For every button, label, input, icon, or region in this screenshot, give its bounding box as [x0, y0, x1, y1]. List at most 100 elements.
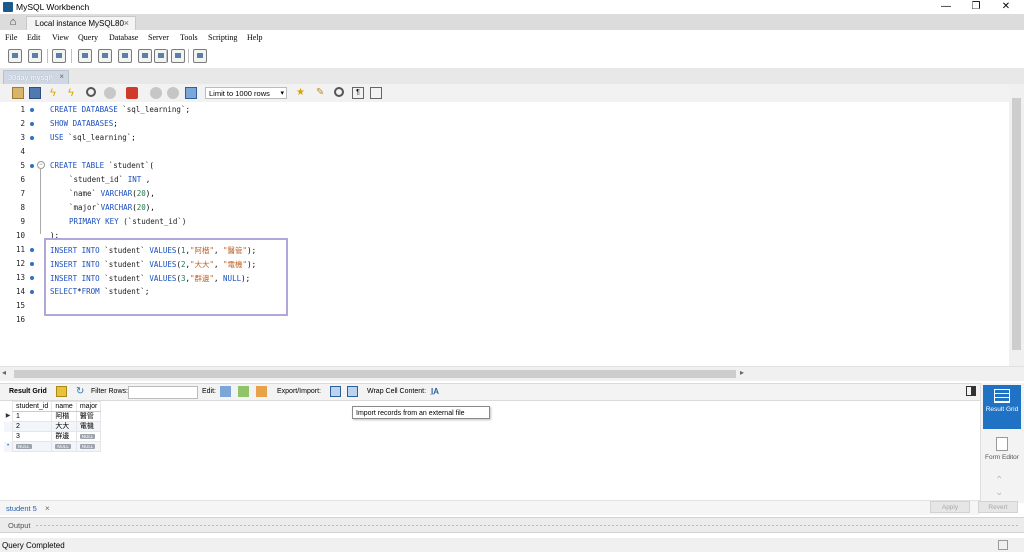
rollback-icon[interactable] [167, 87, 179, 99]
form-editor-view-button[interactable]: Form Editor [983, 433, 1021, 473]
menu-edit[interactable]: Edit [27, 33, 40, 42]
execute-current-icon[interactable]: ϟ [68, 87, 80, 99]
menu-query[interactable]: Query [78, 33, 98, 42]
result-grid-label: Result Grid [9, 388, 47, 395]
cell[interactable]: NULL [11, 441, 53, 452]
cell[interactable]: 1 [11, 411, 53, 422]
grid-icon[interactable] [56, 386, 67, 397]
filter-rows-input[interactable] [128, 386, 198, 399]
table-row[interactable]: 3 群邊 NULL [4, 431, 102, 442]
create-schema-icon[interactable] [78, 49, 92, 63]
menu-tools[interactable]: Tools [180, 33, 198, 42]
search-table-data-icon[interactable] [171, 49, 185, 63]
output-label: Output [8, 521, 31, 530]
toggle-error-stop-icon[interactable] [126, 87, 138, 99]
cell[interactable]: 醫管 [75, 411, 102, 422]
fold-toggle-icon[interactable]: − [37, 161, 45, 169]
chevron-up-icon[interactable]: ⌃ [995, 475, 1003, 486]
cell[interactable]: NULL [51, 441, 77, 452]
close-result-tab-icon[interactable]: × [45, 504, 50, 513]
toggle-result-panel-icon[interactable] [966, 386, 976, 396]
menu-scripting[interactable]: Scripting [208, 33, 237, 42]
statement-marker-icon [30, 122, 34, 126]
statement-marker-icon [30, 290, 34, 294]
output-drag-handle[interactable] [36, 525, 1018, 526]
invisible-chars-icon[interactable]: ¶ [352, 87, 364, 99]
cell[interactable]: 群邊 [51, 431, 77, 442]
cell[interactable]: 2 [11, 421, 53, 432]
editor-tab[interactable]: 30day mysql* × [3, 70, 69, 85]
revert-button[interactable]: Revert [978, 501, 1018, 513]
reconnect-icon[interactable] [193, 49, 207, 63]
edit-row-icon[interactable] [220, 386, 231, 397]
menu-database[interactable]: Database [109, 33, 138, 42]
save-icon[interactable] [29, 87, 41, 99]
open-file-icon[interactable] [12, 87, 24, 99]
result-grid-view-button[interactable]: Result Grid [983, 385, 1021, 429]
create-table-icon[interactable] [98, 49, 112, 63]
cell[interactable]: 3 [11, 431, 53, 442]
scrollbar-thumb[interactable] [1012, 98, 1021, 350]
menu-server[interactable]: Server [148, 33, 169, 42]
statement-marker-icon [30, 108, 34, 112]
home-icon[interactable]: ⌂ [4, 15, 22, 29]
create-procedure-icon[interactable] [138, 49, 152, 63]
insert-row-icon[interactable] [238, 386, 249, 397]
create-view-icon[interactable] [118, 49, 132, 63]
form-editor-icon [996, 437, 1008, 451]
column-header-name[interactable]: name [51, 401, 77, 412]
import-icon[interactable] [347, 386, 358, 397]
cell[interactable]: 電機 [75, 421, 102, 432]
result-grid[interactable]: student_id name major ▶ 1 阿楷 醫管 2 大大 電機 … [4, 401, 102, 452]
scroll-right-icon[interactable]: ▸ [740, 368, 744, 377]
explain-icon[interactable] [86, 87, 96, 97]
cell[interactable]: NULL [75, 441, 102, 452]
toolbar-separator [166, 49, 167, 63]
line-number: 15 [15, 301, 25, 310]
apply-button[interactable]: Apply [930, 501, 970, 513]
scroll-left-icon[interactable]: ◂ [2, 368, 6, 377]
connection-tab[interactable]: Local instance MySQL80 × [26, 16, 136, 31]
column-header-student-id[interactable]: student_id [11, 401, 53, 412]
inspector-icon[interactable] [52, 49, 66, 63]
menu-file[interactable]: File [5, 33, 17, 42]
wrap-lines-icon[interactable] [370, 87, 382, 99]
chevron-down-icon[interactable]: ⌄ [995, 487, 1003, 498]
line-number: 9 [20, 217, 25, 226]
new-sql-tab-icon[interactable] [8, 49, 22, 63]
result-tab-student[interactable]: student 5 [6, 504, 37, 513]
execute-icon[interactable]: ϟ [50, 87, 62, 99]
maximize-button[interactable]: ❐ [966, 1, 986, 12]
commit-icon[interactable] [150, 87, 162, 99]
minimize-button[interactable]: — [936, 1, 956, 12]
menu-view[interactable]: View [52, 33, 69, 42]
column-header-major[interactable]: major [75, 401, 102, 412]
refresh-icon[interactable]: ↻ [76, 386, 87, 397]
cell[interactable]: NULL [75, 431, 102, 442]
output-panel-header[interactable]: Output [0, 517, 1024, 533]
delete-row-icon[interactable] [256, 386, 267, 397]
menu-help[interactable]: Help [247, 33, 263, 42]
table-row[interactable]: 2 大大 電機 [4, 421, 102, 432]
snippet-icon[interactable]: ✎ [316, 87, 328, 99]
limit-rows-select[interactable]: Limit to 1000 rows ▾ [205, 87, 287, 99]
stop-icon[interactable] [104, 87, 116, 99]
table-row[interactable]: ▶ 1 阿楷 醫管 [4, 411, 102, 422]
editor-horizontal-scrollbar[interactable]: ◂ ▸ [0, 366, 1024, 381]
sql-editor[interactable] [0, 102, 1024, 366]
close-tab-icon[interactable]: × [124, 18, 129, 28]
table-row[interactable]: • NULL NULL NULL [4, 441, 102, 452]
cell[interactable]: 大大 [51, 421, 77, 432]
line-number: 11 [15, 245, 25, 254]
scrollbar-thumb[interactable] [14, 370, 736, 378]
find-icon[interactable] [334, 87, 344, 97]
cell[interactable]: 阿楷 [51, 411, 77, 422]
wrap-cell-icon[interactable]: I̲A [431, 386, 442, 397]
beautify-icon[interactable]: ★ [296, 87, 308, 99]
editor-vertical-scrollbar[interactable] [1009, 84, 1024, 366]
close-editor-tab-icon[interactable]: × [59, 72, 64, 81]
export-icon[interactable] [330, 386, 341, 397]
close-window-button[interactable]: ✕ [996, 1, 1016, 12]
autocommit-icon[interactable] [185, 87, 197, 99]
open-sql-script-icon[interactable] [28, 49, 42, 63]
